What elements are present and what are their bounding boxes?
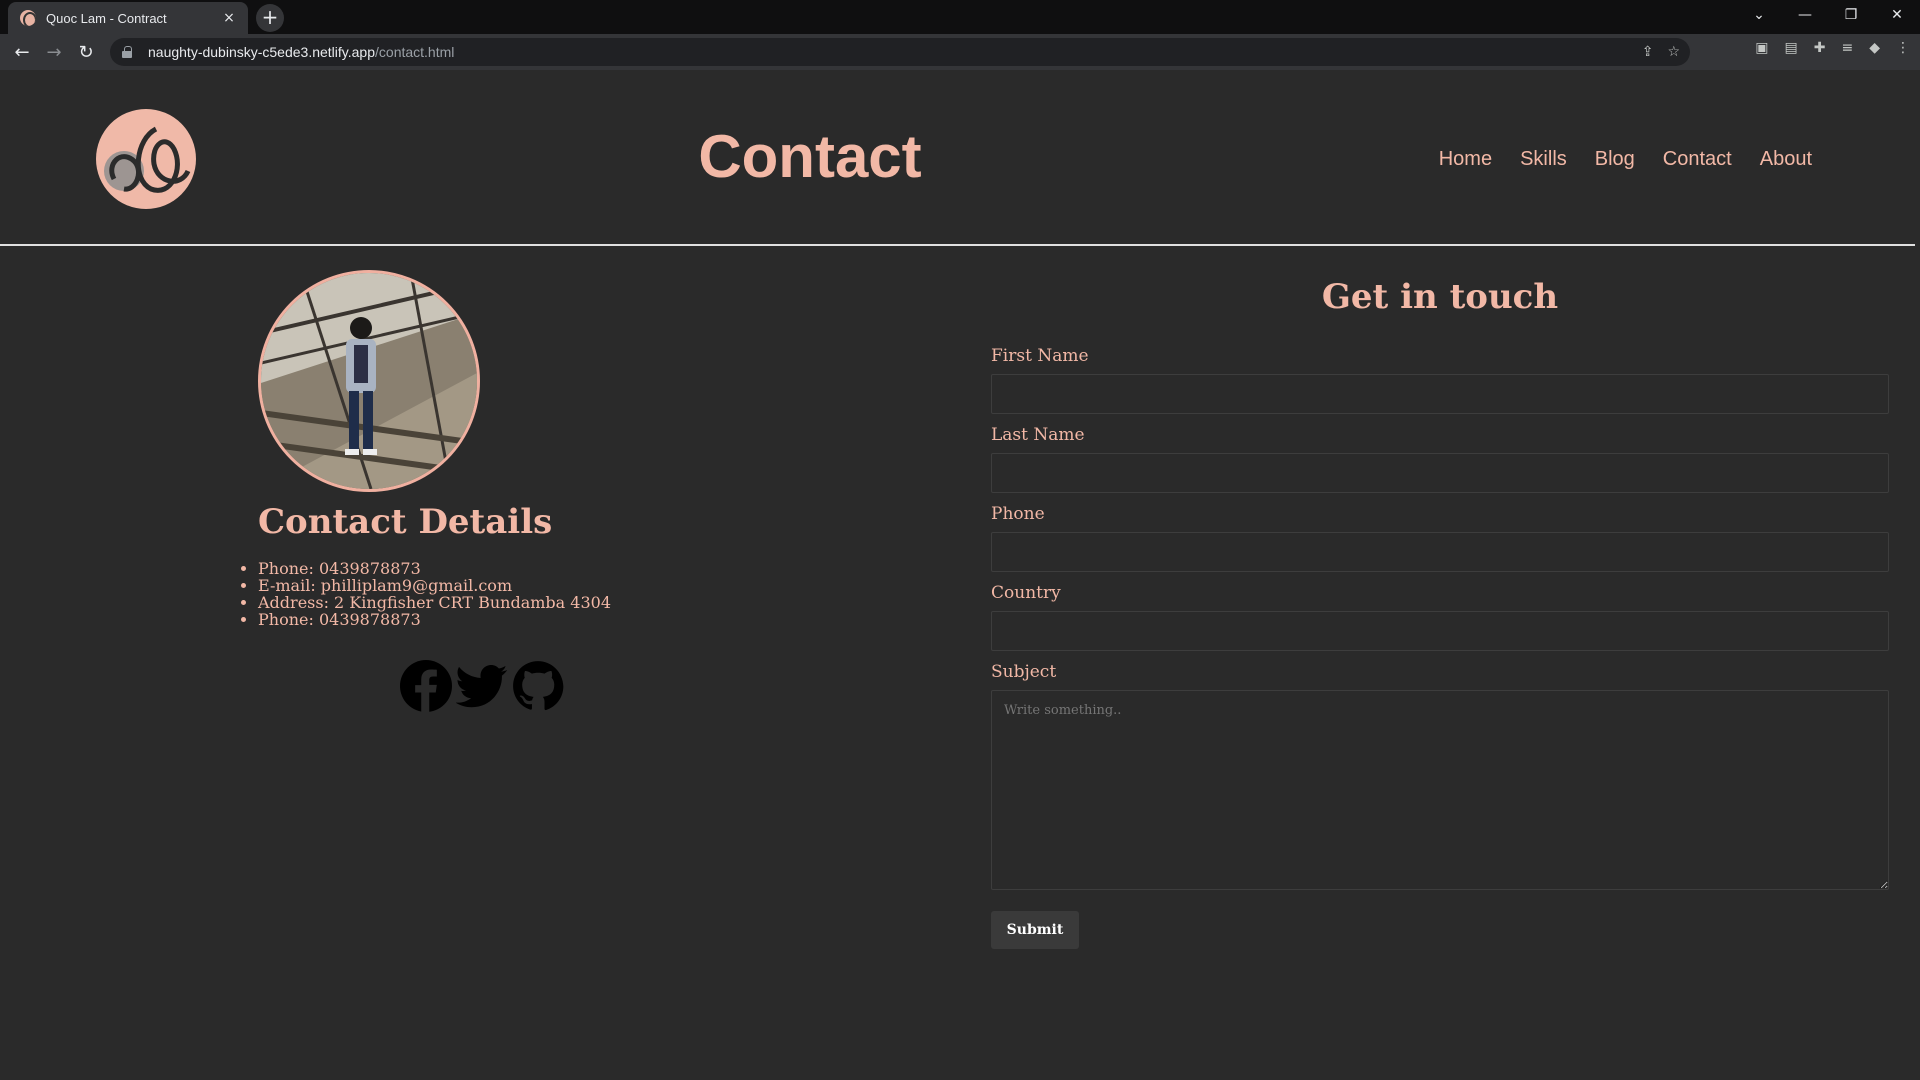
new-tab-button[interactable]: + [256, 4, 284, 32]
social-links [400, 660, 564, 712]
window-controls: ⌄ — ❐ ✕ [1736, 0, 1920, 30]
back-button[interactable]: ← [6, 36, 38, 68]
extension-icons: ▣ ▤ ✚ ≡ ◆ ⋮ [1755, 40, 1910, 56]
country-label: Country [991, 583, 1061, 603]
header-divider [0, 244, 1915, 246]
contact-phone-2: Phone: 0439878873 [258, 611, 611, 628]
logo-mark-icon [104, 126, 191, 193]
url-path: /contact.html [375, 44, 455, 60]
phone-input[interactable] [991, 532, 1889, 572]
nav-contact[interactable]: Contact [1663, 148, 1732, 171]
restore-button[interactable]: ❐ [1828, 0, 1874, 30]
omnibox-actions: ⇪ ☆ [1642, 44, 1680, 60]
form-title: Get in touch [1321, 277, 1559, 317]
first-name-input[interactable] [991, 374, 1889, 414]
url-host: naughty-dubinsky-c5ede3.netlify.app [148, 44, 376, 60]
nav-about[interactable]: About [1760, 148, 1812, 171]
reading-list-icon[interactable]: ≡ [1841, 40, 1853, 56]
forward-button[interactable]: → [38, 36, 70, 68]
page: Contact Home Skills Blog Contact About C… [0, 70, 1920, 1080]
address-bar[interactable]: naughty-dubinsky-c5ede3.netlify.app/cont… [110, 38, 1690, 66]
puzzle-icon[interactable]: ✚ [1814, 40, 1826, 56]
github-icon[interactable] [512, 660, 564, 712]
submit-button[interactable]: Submit [991, 911, 1079, 949]
reload-button[interactable]: ↻ [70, 36, 102, 68]
lock-icon[interactable] [122, 46, 132, 58]
contact-address: Address: 2 Kingfisher CRT Bundamba 4304 [258, 594, 611, 611]
twitter-icon[interactable] [456, 660, 508, 712]
subject-label: Subject [991, 662, 1057, 682]
last-name-input[interactable] [991, 453, 1889, 493]
contact-phone: Phone: 0439878873 [258, 560, 611, 577]
tab-close-icon[interactable]: × [220, 10, 238, 26]
site-logo[interactable] [96, 109, 196, 209]
contact-email: E-mail: philliplam9@gmail.com [258, 577, 611, 594]
menu-dots-icon[interactable]: ⋮ [1896, 40, 1910, 56]
url-text[interactable]: naughty-dubinsky-c5ede3.netlify.app/cont… [148, 44, 454, 60]
bookmark-star-icon[interactable]: ☆ [1667, 44, 1680, 60]
contact-details-title: Contact Details [258, 502, 553, 542]
browser-tab[interactable]: Quoc Lam - Contract × [8, 2, 248, 34]
profile-photo [258, 270, 480, 492]
main-nav: Home Skills Blog Contact About [1439, 148, 1812, 171]
browser-tab-strip: Quoc Lam - Contract × + ⌄ — ❐ ✕ [0, 0, 1920, 34]
minimize-button[interactable]: — [1782, 0, 1828, 30]
shield-icon[interactable]: ◆ [1869, 40, 1880, 56]
site-favicon-icon [20, 10, 36, 26]
nav-skills[interactable]: Skills [1520, 148, 1567, 171]
first-name-label: First Name [991, 346, 1089, 366]
browser-toolbar: ← → ↻ naughty-dubinsky-c5ede3.netlify.ap… [0, 34, 1920, 70]
close-window-button[interactable]: ✕ [1874, 0, 1920, 30]
share-icon[interactable]: ⇪ [1642, 44, 1654, 60]
tab-title: Quoc Lam - Contract [46, 10, 167, 26]
country-input[interactable] [991, 611, 1889, 651]
profile-photo-image [261, 273, 477, 489]
nav-home[interactable]: Home [1439, 148, 1492, 171]
phone-label: Phone [991, 504, 1045, 524]
facebook-icon[interactable] [400, 660, 452, 712]
extension-k-icon[interactable]: ▣ [1755, 40, 1768, 56]
last-name-label: Last Name [991, 425, 1085, 445]
extension-box-icon[interactable]: ▤ [1785, 40, 1798, 56]
contact-details-list: Phone: 0439878873 E-mail: philliplam9@gm… [258, 560, 611, 628]
subject-textarea[interactable] [991, 690, 1889, 890]
page-title: Contact [698, 123, 922, 190]
nav-blog[interactable]: Blog [1595, 148, 1635, 171]
tab-search-icon[interactable]: ⌄ [1736, 0, 1782, 30]
